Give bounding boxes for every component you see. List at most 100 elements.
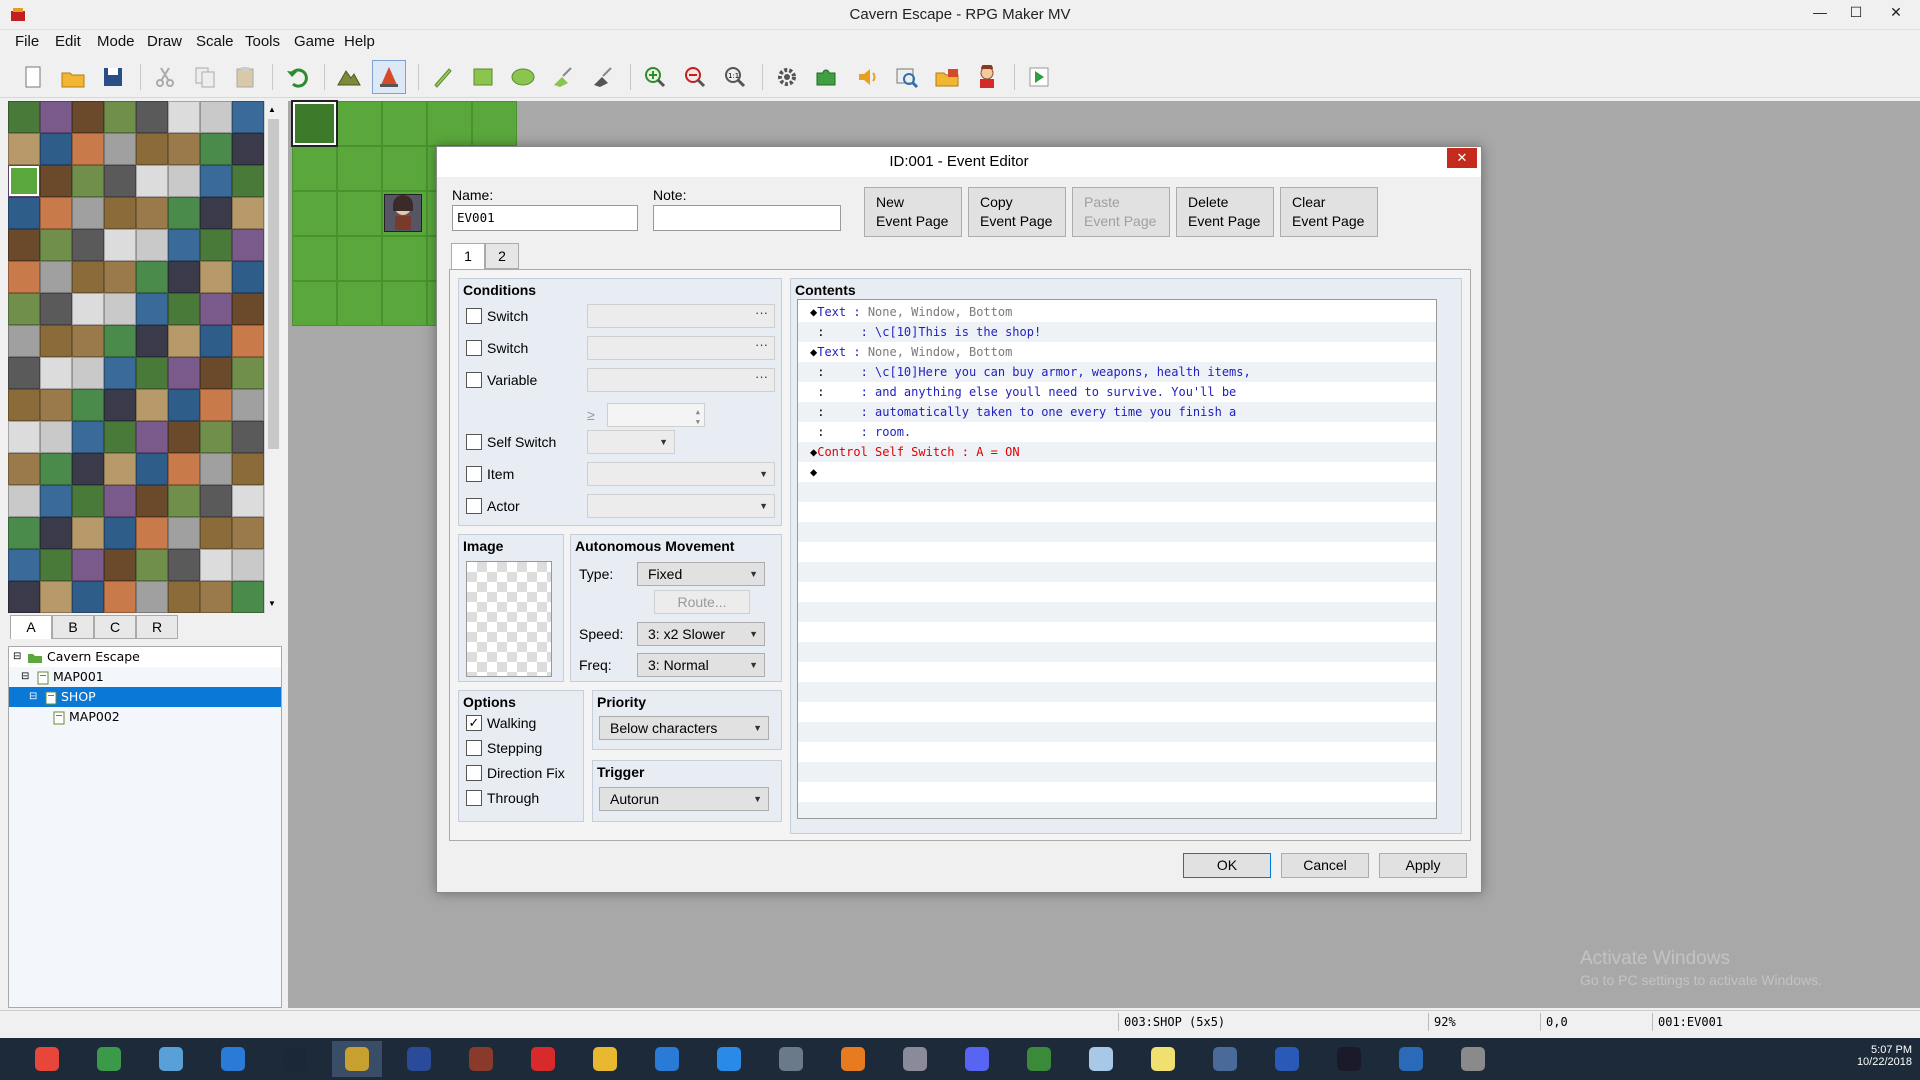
sticky-notes-icon[interactable]	[1138, 1041, 1188, 1077]
self-switch-checkbox[interactable]	[466, 434, 482, 450]
map-cursor[interactable]	[291, 100, 338, 147]
ellipse-icon[interactable]	[506, 60, 540, 94]
switch1-checkbox[interactable]	[466, 308, 482, 324]
variable-checkbox[interactable]	[466, 372, 482, 388]
audio-icon[interactable]	[1448, 1041, 1498, 1077]
paste-icon[interactable]	[228, 60, 262, 94]
menu-draw[interactable]: Draw	[147, 33, 182, 50]
command-line[interactable]: ◆Control Self Switch : A = ON	[798, 442, 1436, 462]
command-line[interactable]: ◆Text : None, Window, Bottom	[798, 342, 1436, 362]
delete-event-page-button[interactable]: Delete Event Page	[1176, 187, 1274, 237]
new-project-icon[interactable]	[16, 60, 50, 94]
photoshop-elements-icon[interactable]	[394, 1041, 444, 1077]
minimize-button[interactable]: —	[1800, 0, 1840, 26]
map-cell[interactable]	[292, 191, 337, 236]
event-note-input[interactable]	[653, 205, 841, 231]
tree-item-map002[interactable]: MAP002	[9, 707, 281, 727]
tileset-scrollbar[interactable]: ▲ ▼	[264, 101, 282, 613]
command-line[interactable]: : : \c[10]This is the shop!	[798, 322, 1436, 342]
fl-studio-icon[interactable]	[828, 1041, 878, 1077]
movement-type-select[interactable]: Fixed ▼	[637, 562, 765, 586]
media-icon[interactable]	[1324, 1041, 1374, 1077]
snipping-tool-icon[interactable]	[890, 1041, 940, 1077]
apply-button[interactable]: Apply	[1379, 853, 1467, 878]
ok-button[interactable]: OK	[1183, 853, 1271, 878]
event-mode-icon[interactable]	[372, 60, 406, 94]
command-line[interactable]: : : automatically taken to one every tim…	[798, 402, 1436, 422]
zoom-in-icon[interactable]	[638, 60, 672, 94]
shadow-pen-icon[interactable]	[586, 60, 620, 94]
undo-icon[interactable]	[280, 60, 314, 94]
save-project-icon[interactable]	[96, 60, 130, 94]
menu-file[interactable]: File	[15, 33, 39, 50]
scroll-down-icon[interactable]: ▼	[268, 599, 276, 608]
movement-freq-select[interactable]: 3: Normal ▼	[637, 653, 765, 677]
menu-help[interactable]: Help	[344, 33, 375, 50]
pencil-icon[interactable]	[426, 60, 460, 94]
flash-icon[interactable]	[518, 1041, 568, 1077]
copy-event-page-button[interactable]: Copy Event Page	[968, 187, 1066, 237]
editor-icon[interactable]	[1386, 1041, 1436, 1077]
map-cell[interactable]	[337, 281, 382, 326]
map-cell[interactable]	[382, 236, 427, 281]
map-cell[interactable]	[427, 101, 472, 146]
command-line[interactable]: ◆Text : None, Window, Bottom	[798, 302, 1436, 322]
clock-time[interactable]: 5:07 PM	[1857, 1044, 1912, 1056]
trigger-select[interactable]: Autorun ▼	[599, 787, 769, 811]
zoom-out-icon[interactable]	[678, 60, 712, 94]
resource-manager-icon[interactable]	[930, 60, 964, 94]
collapse-icon[interactable]: ⊟	[21, 667, 29, 687]
tileset-tab-a[interactable]: A	[10, 615, 52, 639]
menu-edit[interactable]: Edit	[55, 33, 81, 50]
tileset-tab-b[interactable]: B	[52, 615, 94, 639]
clock-date[interactable]: 10/22/2018	[1857, 1056, 1912, 1068]
clear-event-page-button[interactable]: Clear Event Page	[1280, 187, 1378, 237]
collapse-icon[interactable]: ⊟	[13, 647, 21, 667]
scroll-up-icon[interactable]: ▲	[268, 105, 276, 114]
map-cell[interactable]	[472, 101, 517, 146]
priority-select[interactable]: Below characters ▼	[599, 716, 769, 740]
playtest-icon[interactable]	[1022, 60, 1056, 94]
map-mode-icon[interactable]	[332, 60, 366, 94]
map-cell[interactable]	[382, 101, 427, 146]
tileset-tab-r[interactable]: R	[136, 615, 178, 639]
xbox-icon[interactable]	[1014, 1041, 1064, 1077]
discord-icon[interactable]	[952, 1041, 1002, 1077]
map-cell[interactable]	[292, 146, 337, 191]
actual-size-icon[interactable]: 1:1	[718, 60, 752, 94]
map-cell[interactable]	[292, 281, 337, 326]
game-icon[interactable]	[456, 1041, 506, 1077]
steam-icon[interactable]	[270, 1041, 320, 1077]
item-checkbox[interactable]	[466, 466, 482, 482]
database-icon[interactable]	[770, 60, 804, 94]
cancel-button[interactable]: Cancel	[1281, 853, 1369, 878]
map-cell[interactable]	[382, 146, 427, 191]
direction-fix-checkbox[interactable]	[466, 765, 482, 781]
menu-scale[interactable]: Scale	[196, 33, 234, 50]
close-window-button[interactable]: ✕	[1876, 0, 1916, 26]
tileset-tab-c[interactable]: C	[94, 615, 136, 639]
command-line[interactable]: : : room.	[798, 422, 1436, 442]
event-searcher-icon[interactable]	[890, 60, 924, 94]
map-cell[interactable]	[337, 191, 382, 236]
event-command-list[interactable]: ◆Text : None, Window, Bottom : : \c[10]T…	[797, 299, 1437, 819]
copy-icon[interactable]	[188, 60, 222, 94]
map-cell[interactable]	[292, 236, 337, 281]
chrome-icon[interactable]	[22, 1041, 72, 1077]
map-cell[interactable]	[337, 236, 382, 281]
new-event-page-button[interactable]: New Event Page	[864, 187, 962, 237]
switch2-checkbox[interactable]	[466, 340, 482, 356]
command-line[interactable]: ◆	[798, 462, 1436, 482]
tileset-palette[interactable]	[8, 101, 270, 613]
through-checkbox[interactable]	[466, 790, 482, 806]
map-cell[interactable]	[337, 101, 382, 146]
menu-game[interactable]: Game	[294, 33, 335, 50]
map-cell[interactable]	[337, 146, 382, 191]
tree-item-project[interactable]: ⊟ Cavern Escape	[9, 647, 281, 667]
steam-icon-alt[interactable]	[208, 1041, 258, 1077]
plugin-manager-icon[interactable]	[810, 60, 844, 94]
command-line[interactable]: : : and anything else youll need to surv…	[798, 382, 1436, 402]
collapse-icon[interactable]: ⊟	[29, 687, 37, 707]
menu-tools[interactable]: Tools	[245, 33, 280, 50]
sound-test-icon[interactable]	[850, 60, 884, 94]
